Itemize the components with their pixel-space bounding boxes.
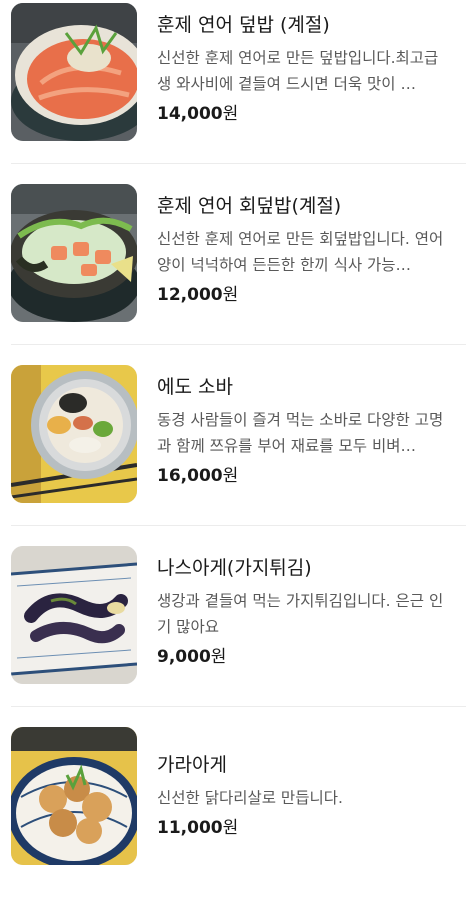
- menu-item-title: 훈제 연어 회덮밥(계절): [157, 195, 342, 217]
- divider: [11, 525, 466, 526]
- divider: [11, 163, 466, 164]
- menu-item-price: 12,000원: [157, 283, 457, 307]
- salmon-rice-bowl-image: [11, 3, 137, 141]
- soba-photo: [11, 365, 137, 503]
- menu-item-info: 나스아게(가지튀김) 생강과 곁들여 먹는 가지튀김입니다. 은근 인기 많아요…: [157, 555, 457, 669]
- menu-item-description: 신선한 닭다리살로 만듭니다.: [157, 789, 343, 807]
- menu-item-price: 11,000원: [157, 816, 457, 840]
- karaage-image: [11, 727, 137, 865]
- menu-item-description: 신선한 훈제 연어로 만든 회덮밥입니다. 연어 양이 넉넉하여 든든한 한끼 …: [157, 230, 444, 274]
- karaage-photo: [11, 727, 137, 865]
- divider: [11, 344, 466, 345]
- price-unit: 원: [222, 104, 239, 124]
- menu-item-info: 훈제 연어 덮밥 (계절) 신선한 훈제 연어로 만든 덮밥입니다.최고급 생 …: [157, 12, 457, 126]
- menu-item-description: 생강과 곁들여 먹는 가지튀김입니다. 은근 인기 많아요: [157, 592, 444, 636]
- price-unit: 원: [222, 466, 239, 486]
- menu-item-info: 훈제 연어 회덮밥(계절) 신선한 훈제 연어로 만든 회덮밥입니다. 연어 양…: [157, 193, 457, 307]
- salmon-rice-bowl-photo: [11, 3, 137, 141]
- price-unit: 원: [210, 647, 227, 667]
- menu-item-karaage[interactable]: 가라아게 신선한 닭다리살로 만듭니다. 11,000원: [0, 724, 466, 905]
- price-value: 14,000: [157, 104, 223, 124]
- price-unit: 원: [222, 818, 239, 838]
- fried-eggplant-image: [11, 546, 137, 684]
- price-unit: 원: [222, 285, 239, 305]
- salmon-sashimi-bowl-image: [11, 184, 137, 322]
- menu-item-price: 14,000원: [157, 102, 457, 126]
- salmon-sashimi-bowl-photo: [11, 184, 137, 322]
- price-value: 9,000: [157, 647, 211, 667]
- menu-item-edo-soba[interactable]: 에도 소바 동경 사람들이 즐겨 먹는 소바로 다양한 고명과 함께 쯔유를 부…: [0, 362, 466, 543]
- menu-item-salmon-don[interactable]: 훈제 연어 덮밥 (계절) 신선한 훈제 연어로 만든 덮밥입니다.최고급 생 …: [0, 0, 466, 181]
- fried-eggplant-photo: [11, 546, 137, 684]
- menu-item-description: 신선한 훈제 연어로 만든 덮밥입니다.최고급 생 와사비에 곁들여 드시면 더…: [157, 49, 439, 93]
- price-value: 16,000: [157, 466, 223, 486]
- price-value: 11,000: [157, 818, 223, 838]
- menu-item-title: 나스아게(가지튀김): [157, 557, 312, 579]
- menu-item-title: 가라아게: [157, 754, 227, 776]
- menu-item-salmon-hoedeopbap[interactable]: 훈제 연어 회덮밥(계절) 신선한 훈제 연어로 만든 회덮밥입니다. 연어 양…: [0, 181, 466, 362]
- soba-image: [11, 365, 137, 503]
- menu-item-price: 16,000원: [157, 464, 457, 488]
- menu-item-price: 9,000원: [157, 645, 457, 669]
- menu-item-title: 에도 소바: [157, 376, 233, 398]
- menu-item-info: 에도 소바 동경 사람들이 즐겨 먹는 소바로 다양한 고명과 함께 쯔유를 부…: [157, 374, 457, 488]
- divider: [11, 706, 466, 707]
- menu-item-info: 가라아게 신선한 닭다리살로 만듭니다. 11,000원: [157, 736, 457, 840]
- menu-item-nasuage[interactable]: 나스아게(가지튀김) 생강과 곁들여 먹는 가지튀김입니다. 은근 인기 많아요…: [0, 543, 466, 724]
- menu-list: 훈제 연어 덮밥 (계절) 신선한 훈제 연어로 만든 덮밥입니다.최고급 생 …: [0, 0, 466, 865]
- price-value: 12,000: [157, 285, 223, 305]
- menu-item-description: 동경 사람들이 즐겨 먹는 소바로 다양한 고명과 함께 쯔유를 부어 재료를 …: [157, 411, 444, 455]
- menu-item-title: 훈제 연어 덮밥 (계절): [157, 14, 330, 36]
